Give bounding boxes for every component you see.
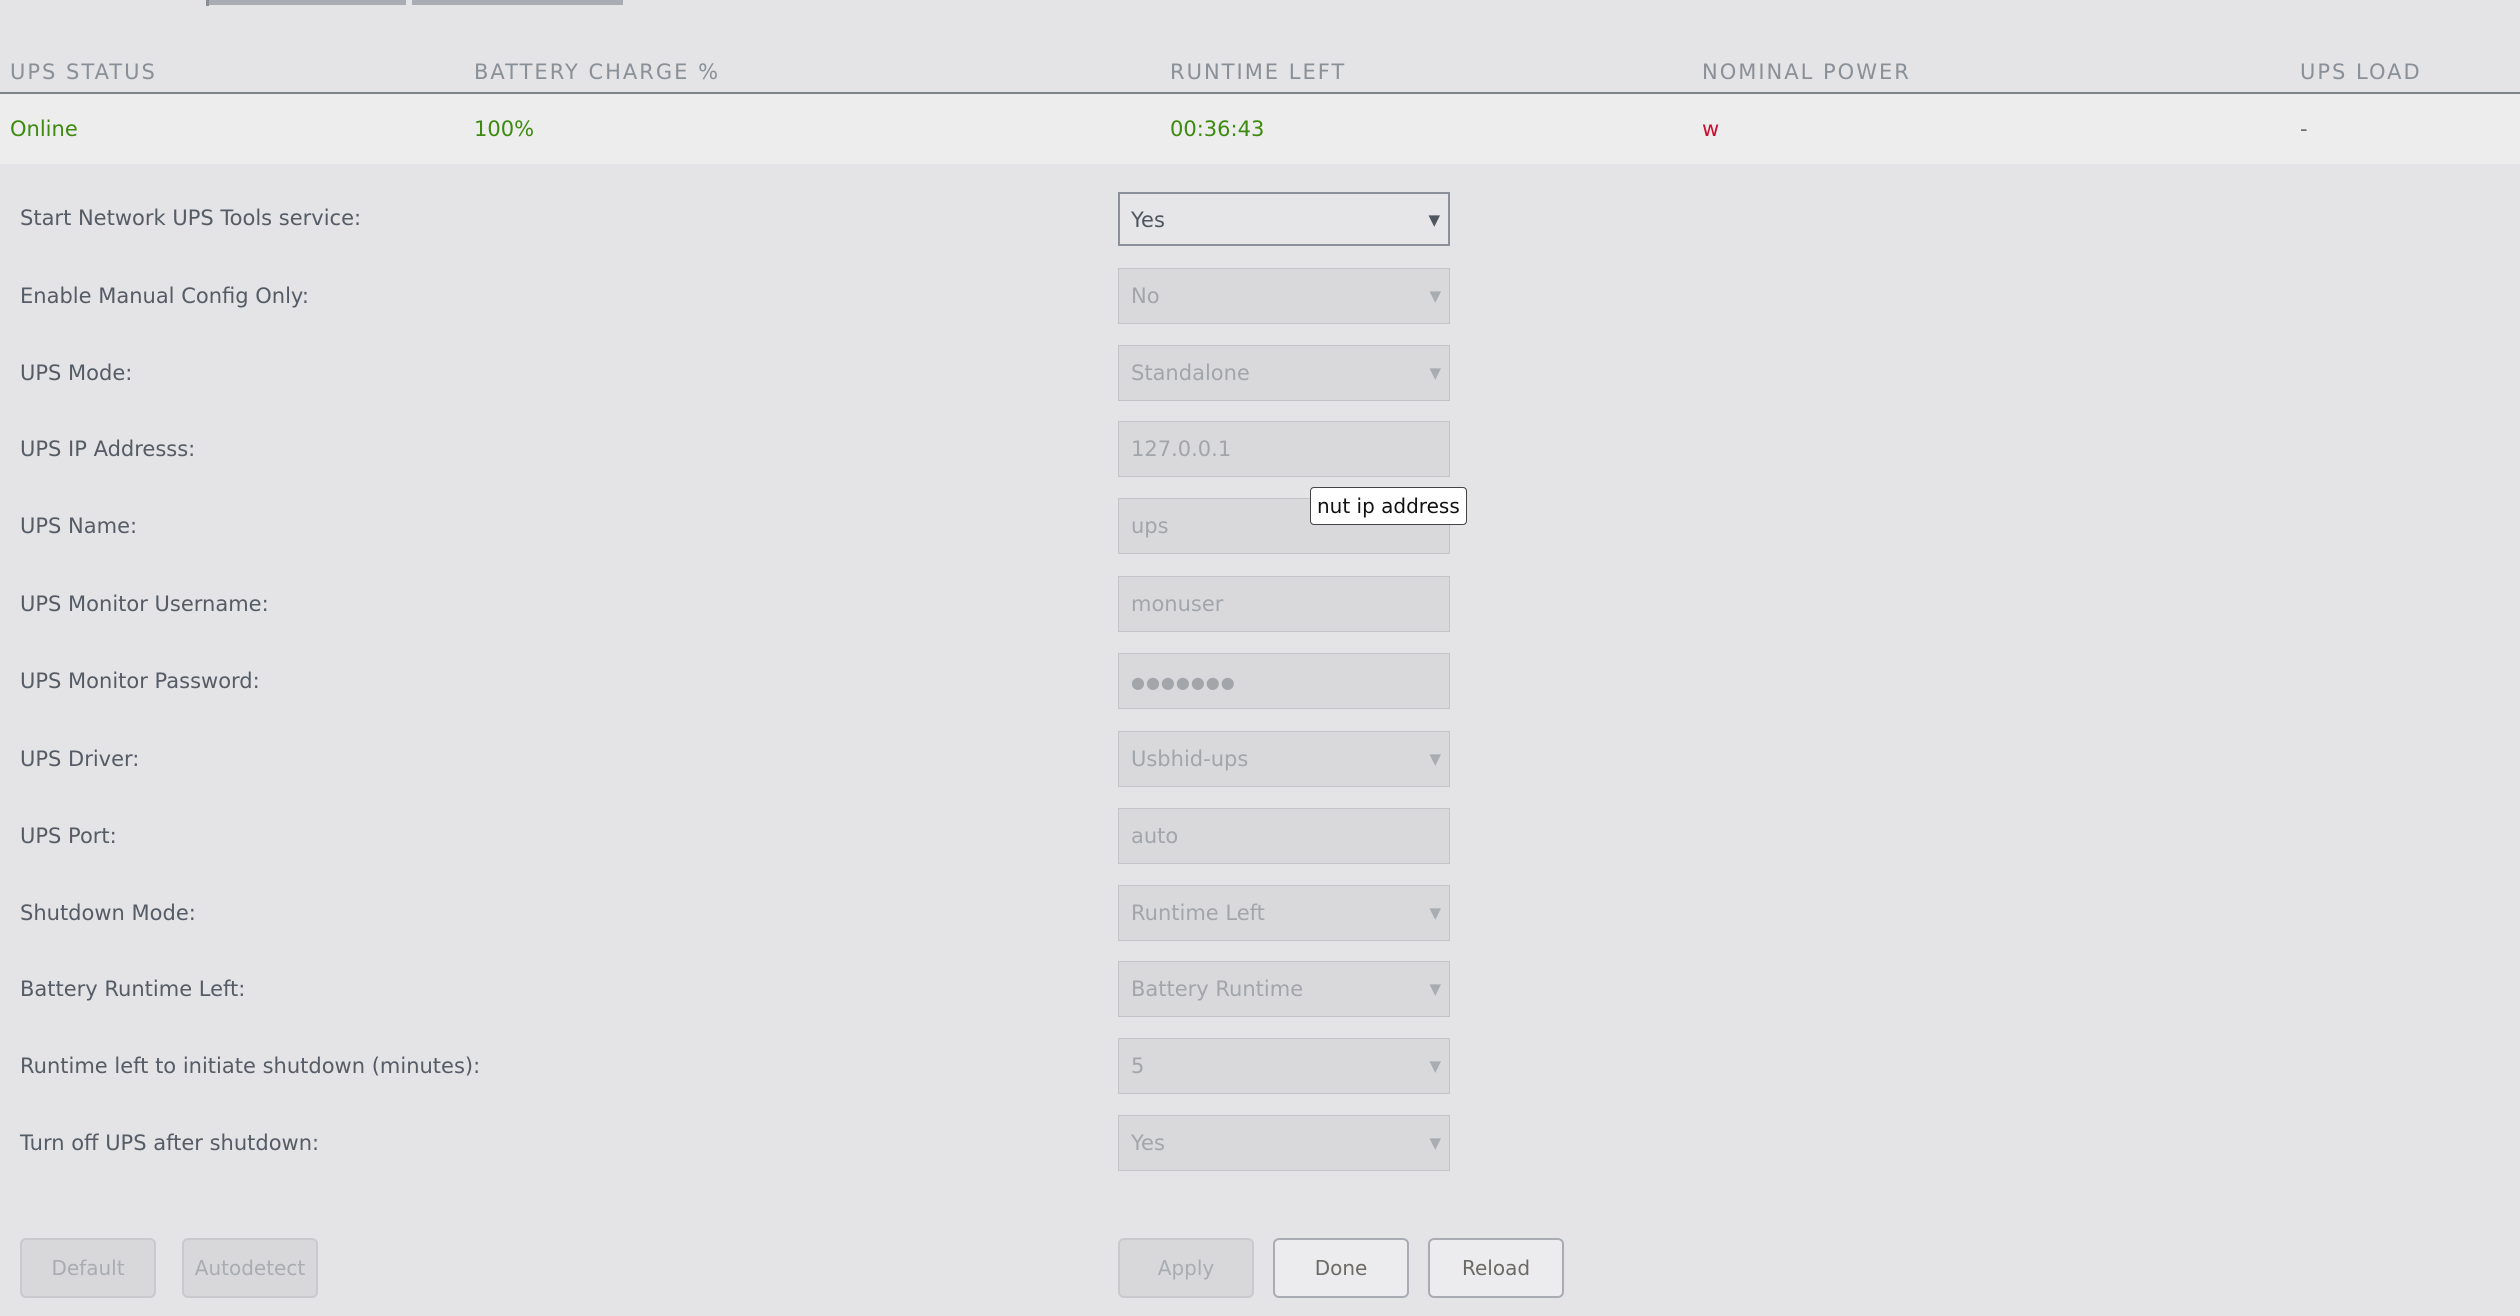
battery-runtime-select[interactable]: Battery Runtime ▼ bbox=[1118, 961, 1450, 1017]
shutdown-mode-select[interactable]: Runtime Left ▼ bbox=[1118, 885, 1450, 941]
autodetect-button[interactable]: Autodetect bbox=[182, 1238, 318, 1298]
ups-port-value: auto bbox=[1131, 824, 1179, 848]
ip-address-input[interactable]: 127.0.0.1 bbox=[1118, 421, 1450, 477]
runtime-minutes-value: 5 bbox=[1131, 1054, 1145, 1078]
ups-status-value: Online bbox=[10, 117, 78, 141]
reload-button[interactable]: Reload bbox=[1428, 1238, 1564, 1298]
header-ups-load: UPS LOAD bbox=[2300, 60, 2422, 84]
start-service-select[interactable]: Yes ▼ bbox=[1118, 192, 1450, 246]
chevron-down-icon: ▼ bbox=[1429, 980, 1441, 998]
chevron-down-icon: ▼ bbox=[1429, 904, 1441, 922]
monitor-username-label: UPS Monitor Username: bbox=[20, 592, 269, 616]
form-row-ups-driver: UPS Driver: Usbhid-ups ▼ bbox=[0, 731, 2520, 787]
shutdown-mode-value: Runtime Left bbox=[1131, 901, 1265, 925]
battery-charge-value: 100% bbox=[474, 117, 535, 141]
form-row-monitor-username: UPS Monitor Username: monuser bbox=[0, 576, 2520, 632]
runtime-left-value: 00:36:43 bbox=[1170, 117, 1265, 141]
chevron-down-icon: ▼ bbox=[1429, 1057, 1441, 1075]
turn-off-ups-value: Yes bbox=[1131, 1131, 1165, 1155]
manual-config-value: No bbox=[1131, 284, 1160, 308]
ups-port-label: UPS Port: bbox=[20, 824, 117, 848]
form-row-turn-off-ups: Turn off UPS after shutdown: Yes ▼ bbox=[0, 1115, 2520, 1171]
done-button[interactable]: Done bbox=[1273, 1238, 1409, 1298]
ups-mode-value: Standalone bbox=[1131, 361, 1250, 385]
monitor-password-label: UPS Monitor Password: bbox=[20, 669, 260, 693]
ip-address-value: 127.0.0.1 bbox=[1131, 437, 1232, 461]
turn-off-ups-label: Turn off UPS after shutdown: bbox=[20, 1131, 320, 1155]
ups-driver-value: Usbhid-ups bbox=[1131, 747, 1249, 771]
manual-config-label: Enable Manual Config Only: bbox=[20, 284, 309, 308]
ups-driver-label: UPS Driver: bbox=[20, 747, 140, 771]
monitor-password-value: ●●●●●●● bbox=[1131, 673, 1236, 692]
form-row-runtime-minutes: Runtime left to initiate shutdown (minut… bbox=[0, 1038, 2520, 1094]
tab-strip bbox=[0, 0, 2520, 6]
ups-name-label: UPS Name: bbox=[20, 514, 138, 538]
ip-address-label: UPS IP Addresss: bbox=[20, 437, 196, 461]
status-table-header: UPS STATUS BATTERY CHARGE % RUNTIME LEFT… bbox=[0, 52, 2520, 94]
shutdown-mode-label: Shutdown Mode: bbox=[20, 901, 196, 925]
header-ups-status: UPS STATUS bbox=[10, 60, 157, 84]
form-row-start-service: Start Network UPS Tools service: Yes ▼ bbox=[0, 190, 2520, 246]
runtime-minutes-select[interactable]: 5 ▼ bbox=[1118, 1038, 1450, 1094]
default-button[interactable]: Default bbox=[20, 1238, 156, 1298]
ups-name-value: ups bbox=[1131, 514, 1169, 538]
header-battery-charge: BATTERY CHARGE % bbox=[474, 60, 721, 84]
ups-mode-select[interactable]: Standalone ▼ bbox=[1118, 345, 1450, 401]
manual-config-select[interactable]: No ▼ bbox=[1118, 268, 1450, 324]
form-row-shutdown-mode: Shutdown Mode: Runtime Left ▼ bbox=[0, 885, 2520, 941]
monitor-username-value: monuser bbox=[1131, 592, 1224, 616]
turn-off-ups-select[interactable]: Yes ▼ bbox=[1118, 1115, 1450, 1171]
ip-address-tooltip: nut ip address bbox=[1310, 487, 1467, 525]
start-service-label: Start Network UPS Tools service: bbox=[20, 206, 362, 230]
chevron-down-icon: ▼ bbox=[1429, 287, 1441, 305]
chevron-down-icon: ▼ bbox=[1429, 364, 1441, 382]
tab-1[interactable] bbox=[209, 0, 406, 5]
apply-button[interactable]: Apply bbox=[1118, 1238, 1254, 1298]
form-row-ups-name: UPS Name: ups bbox=[0, 498, 2520, 554]
form-row-battery-runtime: Battery Runtime Left: Battery Runtime ▼ bbox=[0, 961, 2520, 1017]
form-row-manual-config: Enable Manual Config Only: No ▼ bbox=[0, 268, 2520, 324]
form-row-ups-mode: UPS Mode: Standalone ▼ bbox=[0, 345, 2520, 401]
chevron-down-icon: ▼ bbox=[1428, 211, 1440, 229]
tab-2[interactable] bbox=[412, 0, 623, 5]
start-service-value: Yes bbox=[1131, 208, 1165, 232]
ups-driver-select[interactable]: Usbhid-ups ▼ bbox=[1118, 731, 1450, 787]
monitor-password-input[interactable]: ●●●●●●● bbox=[1118, 653, 1450, 709]
chevron-down-icon: ▼ bbox=[1429, 750, 1441, 768]
header-nominal-power: NOMINAL POWER bbox=[1702, 60, 1911, 84]
chevron-down-icon: ▼ bbox=[1429, 1134, 1441, 1152]
monitor-username-input[interactable]: monuser bbox=[1118, 576, 1450, 632]
battery-runtime-value: Battery Runtime bbox=[1131, 977, 1304, 1001]
ups-load-value: - bbox=[2300, 117, 2308, 141]
header-runtime-left: RUNTIME LEFT bbox=[1170, 60, 1347, 84]
form-row-ups-port: UPS Port: auto bbox=[0, 808, 2520, 864]
status-table-row: Online 100% 00:36:43 w - bbox=[0, 94, 2520, 164]
runtime-minutes-label: Runtime left to initiate shutdown (minut… bbox=[20, 1054, 481, 1078]
nominal-power-value: w bbox=[1702, 117, 1720, 141]
form-row-ip-address: UPS IP Addresss: 127.0.0.1 bbox=[0, 421, 2520, 477]
ups-mode-label: UPS Mode: bbox=[20, 361, 133, 385]
ups-port-input[interactable]: auto bbox=[1118, 808, 1450, 864]
battery-runtime-label: Battery Runtime Left: bbox=[20, 977, 246, 1001]
form-row-monitor-password: UPS Monitor Password: ●●●●●●● bbox=[0, 653, 2520, 709]
